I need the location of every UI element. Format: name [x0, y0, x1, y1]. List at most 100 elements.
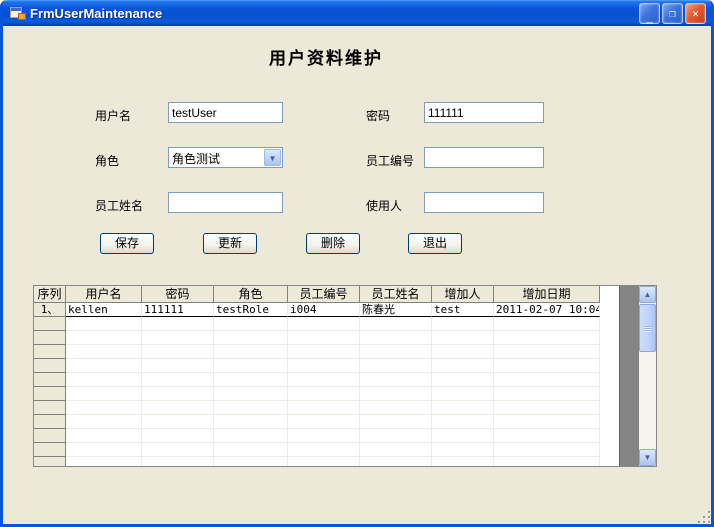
- grid-cell[interactable]: [432, 415, 494, 429]
- grid-cell[interactable]: [432, 429, 494, 443]
- grid-cell[interactable]: [494, 457, 600, 466]
- grid-cell[interactable]: [66, 331, 142, 345]
- grid-cell[interactable]: [288, 387, 360, 401]
- grid-column-header[interactable]: 用户名: [66, 286, 142, 303]
- scrollbar-thumb[interactable]: [639, 304, 656, 352]
- user-input[interactable]: [424, 192, 544, 213]
- grid-cell[interactable]: [142, 429, 214, 443]
- grid-cell[interactable]: testRole: [214, 303, 288, 317]
- grid-cell[interactable]: [360, 317, 432, 331]
- grid-column-header[interactable]: 密码: [142, 286, 214, 303]
- scroll-down-icon[interactable]: ▼: [639, 449, 656, 466]
- grid-cell[interactable]: [360, 457, 432, 466]
- grid-row[interactable]: [34, 359, 619, 373]
- grid-cell[interactable]: [432, 373, 494, 387]
- grid-cell[interactable]: [432, 345, 494, 359]
- grid-rowheader-cell[interactable]: [34, 345, 66, 359]
- grid-rowheader-cell[interactable]: [34, 317, 66, 331]
- grid-cell[interactable]: [142, 457, 214, 466]
- grid-rowheader-cell[interactable]: [34, 415, 66, 429]
- grid-cell[interactable]: [494, 373, 600, 387]
- update-button[interactable]: 更新: [203, 233, 257, 254]
- vertical-scrollbar[interactable]: ▲ ▼: [639, 286, 656, 466]
- grid-row[interactable]: [34, 429, 619, 443]
- resize-grip-icon[interactable]: [697, 510, 710, 523]
- grid-cell[interactable]: [66, 359, 142, 373]
- grid-cell[interactable]: [214, 387, 288, 401]
- grid-rowheader-cell[interactable]: [34, 429, 66, 443]
- grid-column-header[interactable]: 增加日期: [494, 286, 600, 303]
- grid-cell[interactable]: [494, 317, 600, 331]
- grid-cell[interactable]: [432, 401, 494, 415]
- grid-cell[interactable]: [288, 317, 360, 331]
- grid-cell[interactable]: [494, 331, 600, 345]
- grid-cell[interactable]: [214, 401, 288, 415]
- grid-cell[interactable]: [288, 443, 360, 457]
- grid-row[interactable]: [34, 443, 619, 457]
- grid-cell[interactable]: [432, 443, 494, 457]
- grid-cell[interactable]: [288, 345, 360, 359]
- scroll-up-icon[interactable]: ▲: [639, 286, 656, 303]
- grid-rowheader-cell[interactable]: [34, 401, 66, 415]
- grid-cell[interactable]: [142, 345, 214, 359]
- grid-cell[interactable]: [360, 345, 432, 359]
- grid-cell[interactable]: [142, 359, 214, 373]
- grid-cell[interactable]: [432, 359, 494, 373]
- username-input[interactable]: [168, 102, 283, 123]
- grid-cell[interactable]: [360, 373, 432, 387]
- grid-column-header[interactable]: 员工编号: [288, 286, 360, 303]
- grid-cell[interactable]: [66, 373, 142, 387]
- titlebar[interactable]: FrmUserMaintenance _ ❐ ✕: [3, 0, 711, 26]
- grid-cell[interactable]: 陈春光: [360, 303, 432, 317]
- grid-cell[interactable]: [288, 415, 360, 429]
- grid-cell[interactable]: [494, 359, 600, 373]
- grid-cell[interactable]: [66, 415, 142, 429]
- grid-rowheader-cell[interactable]: 1、: [34, 303, 66, 317]
- scrollbar-track[interactable]: [639, 352, 656, 449]
- grid-cell[interactable]: i004: [288, 303, 360, 317]
- grid-cell[interactable]: [494, 345, 600, 359]
- grid-row[interactable]: [34, 345, 619, 359]
- grid-column-header[interactable]: 增加人: [432, 286, 494, 303]
- grid-cell[interactable]: [66, 401, 142, 415]
- grid-rowheader-cell[interactable]: [34, 373, 66, 387]
- grid-row[interactable]: [34, 401, 619, 415]
- grid-cell[interactable]: [66, 387, 142, 401]
- grid-cell[interactable]: [494, 387, 600, 401]
- grid-cell[interactable]: [142, 401, 214, 415]
- grid-cell[interactable]: [494, 415, 600, 429]
- maximize-button[interactable]: ❐: [662, 3, 683, 24]
- grid-cell[interactable]: [214, 429, 288, 443]
- grid-cell[interactable]: [66, 345, 142, 359]
- grid-row[interactable]: 1、kellen111111testRolei004陈春光test2011-02…: [34, 303, 619, 317]
- grid-column-header[interactable]: 角色: [214, 286, 288, 303]
- grid-cell[interactable]: [142, 443, 214, 457]
- password-input[interactable]: [424, 102, 544, 123]
- grid-cell[interactable]: [214, 359, 288, 373]
- grid-row[interactable]: [34, 415, 619, 429]
- grid-cell[interactable]: [142, 373, 214, 387]
- grid-cell[interactable]: [214, 415, 288, 429]
- grid-row[interactable]: [34, 387, 619, 401]
- grid-row[interactable]: [34, 373, 619, 387]
- grid-cell[interactable]: [142, 331, 214, 345]
- grid-cell[interactable]: [66, 317, 142, 331]
- grid-cell[interactable]: 2011-02-07 10:04:51: [494, 303, 600, 317]
- grid-cell[interactable]: [360, 429, 432, 443]
- grid-cell[interactable]: [214, 317, 288, 331]
- grid-cell[interactable]: [66, 429, 142, 443]
- save-button[interactable]: 保存: [100, 233, 154, 254]
- grid-cell[interactable]: [66, 457, 142, 466]
- grid-row[interactable]: [34, 317, 619, 331]
- employee-name-input[interactable]: [168, 192, 283, 213]
- grid-cell[interactable]: [288, 373, 360, 387]
- grid-cell[interactable]: [360, 359, 432, 373]
- grid-column-header[interactable]: 员工姓名: [360, 286, 432, 303]
- grid-cell[interactable]: [214, 443, 288, 457]
- grid-cell[interactable]: [288, 457, 360, 466]
- grid-cell[interactable]: [214, 331, 288, 345]
- grid-cell[interactable]: [214, 345, 288, 359]
- minimize-button[interactable]: _: [639, 3, 660, 24]
- grid-cell[interactable]: [288, 359, 360, 373]
- grid-cell[interactable]: 111111: [142, 303, 214, 317]
